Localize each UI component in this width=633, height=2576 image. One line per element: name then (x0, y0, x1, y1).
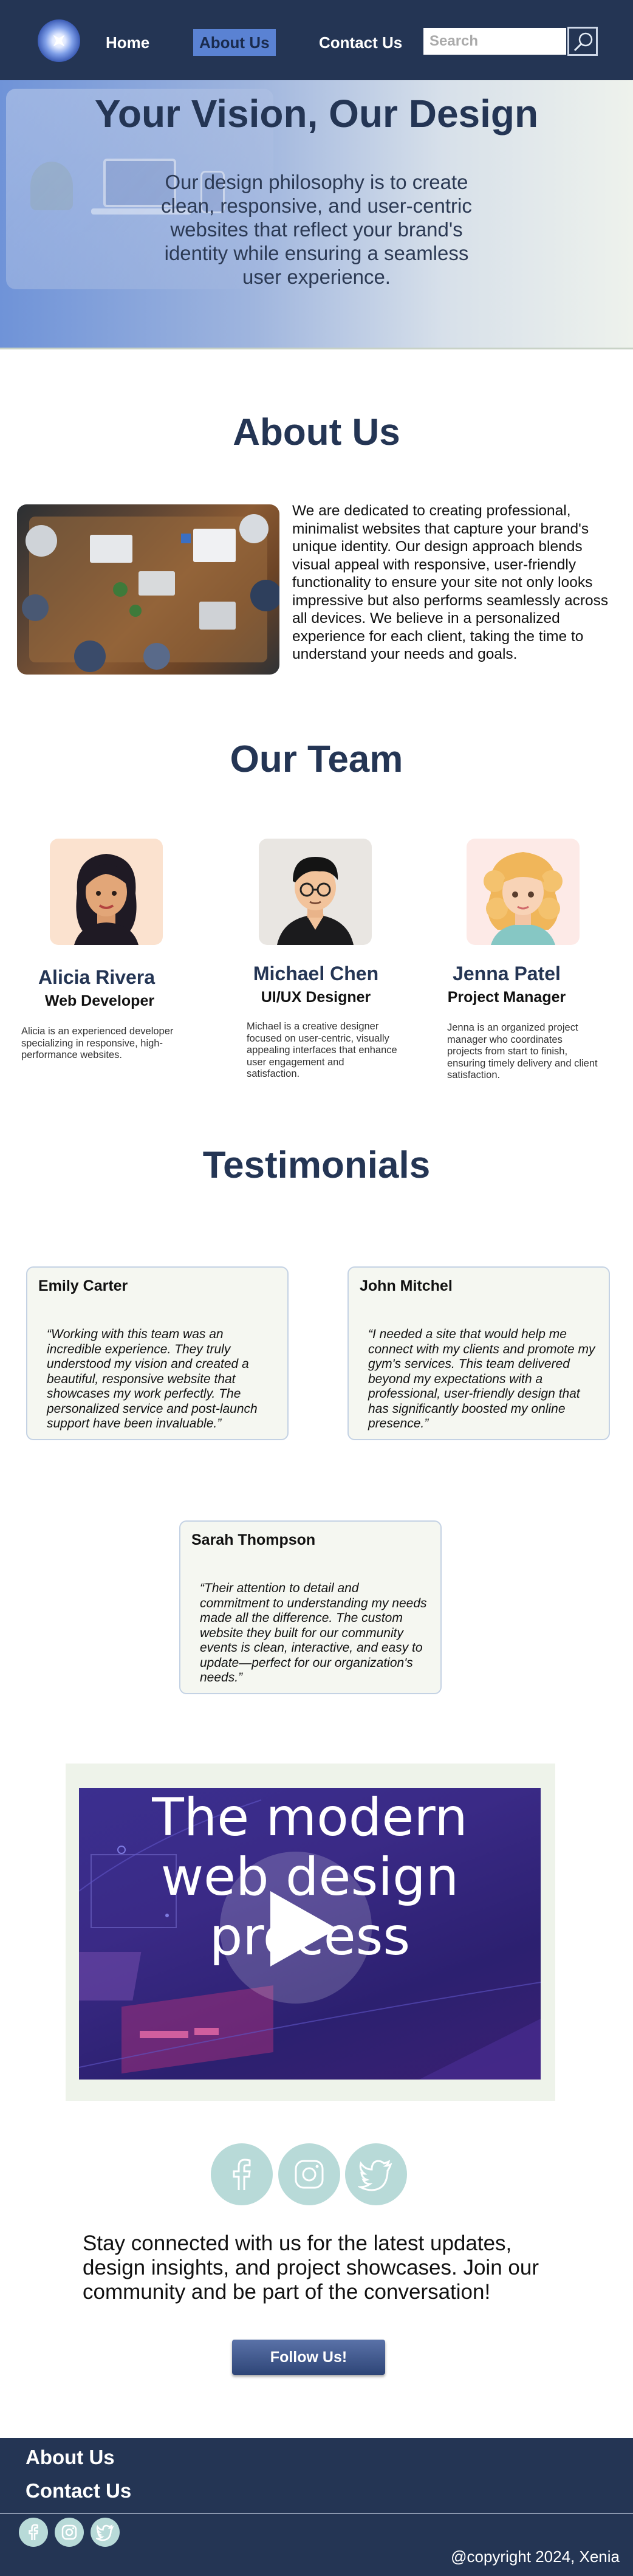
search-icon (573, 32, 593, 52)
testimonials-title: Testimonials (202, 1144, 431, 1186)
follow-us-button[interactable]: Follow Us! (232, 2340, 385, 2375)
team-member-desc: Michael is a creative designer focused o… (247, 1021, 397, 1079)
testimonial-author: Emily Carter (38, 1277, 128, 1294)
play-icon[interactable] (270, 1891, 337, 1966)
twitter-button[interactable] (345, 2143, 407, 2205)
top-navbar: Home About Us Contact Us (0, 0, 633, 80)
instagram-icon (61, 2524, 77, 2540)
facebook-button[interactable] (211, 2143, 273, 2205)
team-member-name: Jenna Patel (453, 963, 561, 984)
connect-text: Stay connected with us for the latest up… (83, 2231, 539, 2304)
facebook-icon (29, 2524, 38, 2540)
testimonial-card: John Mitchel “I needed a site that would… (347, 1266, 610, 1440)
testimonial-card: Emily Carter “Working with this team was… (26, 1266, 289, 1440)
footer-facebook-button[interactable] (19, 2518, 48, 2547)
hero-divider (0, 348, 633, 349)
about-title: About Us (233, 411, 400, 453)
footer-contact-link[interactable]: Contact Us (26, 2479, 131, 2502)
testimonial-author: John Mitchel (360, 1277, 453, 1294)
video-title-line1: The modern (152, 1788, 468, 1848)
plant-shape (30, 162, 73, 210)
logo[interactable] (38, 19, 80, 62)
instagram-icon (295, 2160, 324, 2189)
video-player[interactable]: The modern web design process (79, 1788, 541, 2080)
team-member-desc: Alicia is an experienced developer speci… (21, 1026, 174, 1060)
meeting-table-illustration (22, 514, 279, 672)
nav-contact-link[interactable]: Contact Us (319, 29, 402, 56)
twitter-icon (358, 2160, 392, 2191)
footer-divider (0, 2513, 633, 2514)
about-team-photo (17, 504, 279, 675)
facebook-icon (233, 2159, 251, 2190)
about-text: We are dedicated to creating professiona… (292, 503, 609, 662)
team-member-role: Project Manager (447, 989, 566, 1006)
testimonial-card: Sarah Thompson “Their attention to detai… (179, 1520, 442, 1694)
hero-title: Your Vision, Our Design (94, 92, 539, 136)
team-member-name: Alicia Rivera (38, 966, 156, 988)
testimonial-quote: “I needed a site that would help me conn… (368, 1327, 595, 1431)
hero-section: Your Vision, Our Design Our design philo… (0, 80, 633, 349)
twitter-icon (96, 2524, 114, 2541)
hero-text: Our design philosophy is to create clean… (161, 171, 472, 288)
testimonial-author: Sarah Thompson (191, 1531, 316, 1548)
instagram-button[interactable] (278, 2143, 340, 2205)
alicia-avatar (50, 839, 163, 945)
michael-avatar (259, 839, 372, 945)
copyright-text: @copyright 2024, Xenia (451, 2547, 620, 2566)
footer-twitter-button[interactable] (91, 2518, 120, 2547)
video-container: The modern web design process (66, 1764, 555, 2101)
team-member-name: Michael Chen (253, 963, 379, 984)
team-member-role: Web Developer (44, 992, 155, 1009)
search-button[interactable] (567, 27, 598, 56)
testimonial-quote: “Working with this team was an incredibl… (47, 1327, 258, 1431)
footer-about-link[interactable]: About Us (26, 2446, 115, 2469)
team-member-desc: Jenna is an organized project manager wh… (447, 1022, 598, 1080)
search-input[interactable] (423, 28, 566, 55)
nav-about-link[interactable]: About Us (193, 29, 276, 56)
team-title: Our Team (230, 738, 403, 780)
testimonial-quote: “Their attention to detail and commitmen… (200, 1581, 427, 1685)
nav-home-link[interactable]: Home (106, 29, 149, 56)
footer-instagram-button[interactable] (55, 2518, 84, 2547)
logo-star-icon (48, 30, 70, 52)
footer: About Us Contact Us @copyright 2024, Xen… (0, 2438, 633, 2576)
team-member-role: UI/UX Designer (261, 989, 371, 1006)
jenna-avatar (467, 839, 580, 945)
